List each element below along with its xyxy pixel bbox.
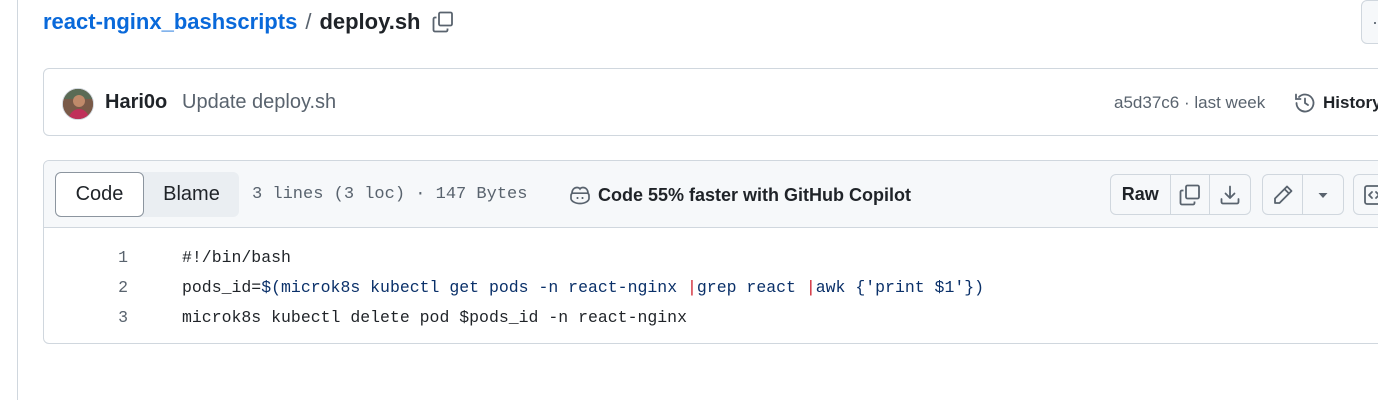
code-token: microk8s kubectl delete pod $pods_id -n … [182,308,687,327]
edit-options-button[interactable] [1303,175,1343,214]
tab-code[interactable]: Code [55,172,144,217]
history-button[interactable]: History [1293,87,1378,119]
copilot-icon [570,186,590,205]
code-line: 3 microk8s kubectl delete pod $pods_id -n… [44,303,1378,333]
breadcrumb: react-nginx_bashscripts / deploy.sh [43,8,456,36]
view-toggle: Code Blame [55,172,239,217]
latest-commit-box: Hari0o Update deploy.sh a5d37c6 · last w… [43,68,1378,136]
symbols-group [1353,174,1378,215]
symbols-button[interactable] [1354,175,1378,214]
copy-raw-button[interactable] [1171,175,1211,214]
copy-path-button[interactable] [430,9,456,35]
commit-sha[interactable]: a5d37c6 [1114,93,1179,112]
download-icon [1220,185,1240,204]
raw-actions-group: Raw [1110,174,1251,215]
code-text: pods_id=$(microk8s kubectl get pods -n r… [182,278,984,297]
copy-icon [1179,184,1200,205]
pencil-icon [1273,185,1292,204]
edit-actions-group [1262,174,1344,215]
file-info: 3 lines (3 loc) · 147 Bytes [252,185,528,204]
code-token: microk8s kubectl get pods -n react-nginx [281,278,687,297]
copy-icon [432,11,453,33]
code-token: pods_id= [182,278,262,297]
line-number[interactable]: 3 [44,308,128,327]
code-body: 1 #!/bin/bash 2 pods_id=$(microk8s kubectl … [44,243,1378,333]
file-header: Code Blame 3 lines (3 loc) · 147 Bytes C… [44,161,1378,228]
code-token: | [805,278,816,297]
line-number[interactable]: 1 [44,248,128,267]
history-icon [1295,93,1315,113]
commit-message[interactable]: Update deploy.sh [182,91,336,114]
commit-author[interactable]: Hari0o [105,91,167,114]
left-divider [17,0,18,400]
code-square-icon [1364,184,1378,205]
code-token: 'print $1' [865,278,965,297]
tab-blame[interactable]: Blame [144,172,239,217]
code-token: $( [261,278,282,297]
raw-button[interactable]: Raw [1111,175,1171,214]
code-token: awk { [815,278,866,297]
history-label: History [1323,93,1378,112]
code-token: grep react [696,278,806,297]
code-token: }) [964,278,985,297]
edit-button[interactable] [1263,175,1303,214]
download-button[interactable] [1210,175,1250,214]
code-token: | [687,278,697,297]
kebab-icon: · [1372,11,1378,32]
more-options-button[interactable]: · [1361,0,1378,44]
meta-separator: · [1183,93,1190,112]
breadcrumb-repo-link[interactable]: react-nginx_bashscripts [43,9,297,35]
commit-time: last week [1194,93,1266,112]
triangle-down-icon [1318,192,1328,198]
copilot-link[interactable]: Code 55% faster with GitHub Copilot [568,182,911,208]
commit-meta: a5d37c6 · last week [1114,93,1265,113]
copilot-label: Code 55% faster with GitHub Copilot [598,184,912,205]
code-line: 1 #!/bin/bash [44,243,1378,273]
code-line: 2 pods_id=$(microk8s kubectl get pods -n … [44,273,1378,303]
line-number[interactable]: 2 [44,278,128,297]
code-text: microk8s kubectl delete pod $pods_id -n … [182,308,687,327]
file-viewer: Code Blame 3 lines (3 loc) · 147 Bytes C… [43,160,1378,344]
avatar[interactable] [62,88,94,120]
code-text: #!/bin/bash [182,248,291,267]
breadcrumb-file-name: deploy.sh [319,9,421,34]
code-token: #!/bin/bash [182,248,291,267]
breadcrumb-separator: / [305,9,312,34]
